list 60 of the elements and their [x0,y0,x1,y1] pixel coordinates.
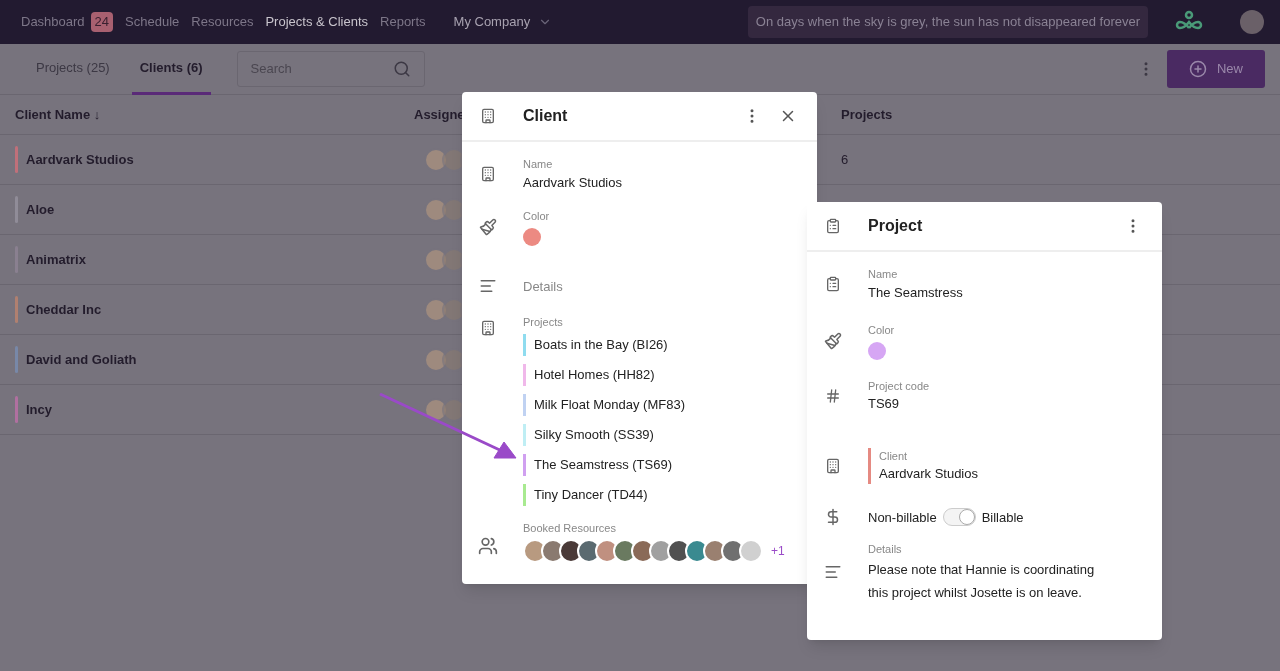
field-label: Projects [523,314,564,330]
field-label: Color [523,209,551,224]
nav-link[interactable]: Resources [191,12,254,32]
dialog-title: Project [868,216,924,236]
nav-link[interactable]: Schedule [125,12,180,32]
billable-toggle[interactable] [942,508,976,527]
building-icon [479,166,496,182]
client-value[interactable]: Aardvark Studios [879,464,978,484]
count-badge: 24 [90,12,114,32]
project-link[interactable]: Tiny Dancer (TD44) [534,485,648,505]
building-icon [479,108,496,124]
paintbrush-icon [823,331,842,350]
field-label: Name [868,267,899,282]
toggle-label: Billable [981,508,1024,527]
client-name[interactable]: Aloe [26,199,55,220]
plus-circle-icon [1189,60,1207,78]
clipboard-icon [824,276,841,292]
field-label: Color [868,323,896,338]
tab[interactable]: Projects (25) [28,43,118,95]
building-icon [824,457,841,474]
company-dropdown[interactable]: My Company [453,12,553,32]
project-link[interactable]: Silky Smooth (SS39) [534,425,654,445]
nav-link[interactable]: Dashboard 24 [21,12,114,32]
project-name-value[interactable]: The Seamstress [868,282,1162,302]
clipboard-icon [824,218,841,234]
paintbrush-icon [478,217,497,236]
client-name[interactable]: Animatrix [26,249,86,270]
table-cell-text: 6 [841,150,849,169]
project-code-value[interactable]: TS69 [868,394,1162,414]
search-icon [392,60,411,78]
client-name[interactable]: Aardvark Studios [26,149,134,170]
field-label: Project code [868,378,931,394]
quote-banner: On days when the sky is grey, the sun has not disappeared forever [747,6,1148,38]
field-label: Client [879,448,909,464]
column-header[interactable]: Client Name ↓ [0,104,414,125]
client-name[interactable]: Cheddar Inc [26,299,102,320]
column-header[interactable]: Projects [841,104,893,125]
nav-link[interactable]: Reports [380,12,426,32]
details-text[interactable]: Please note that Hannie is coordinating this project whilst Josette is on leave. [868,557,1118,604]
field-label: Name [523,157,554,172]
tab[interactable]: Clients (6) [131,43,211,95]
project-link[interactable]: Boats in the Bay (BI26) [534,335,668,355]
nav-link[interactable]: Projects & Clients [265,12,369,32]
project-link[interactable]: The Seamstress (TS69) [534,455,672,475]
field-label: Booked Resources [523,521,617,536]
field-label: Details [868,542,903,557]
building-icon [479,319,496,336]
client-name[interactable]: Incy [26,399,52,420]
toggle-label: Non-billable [868,508,937,527]
client-name[interactable]: David and Goliath [26,349,137,370]
people-icon [477,536,498,556]
hash-icon [824,387,841,404]
client-name-value[interactable]: Aardvark Studios [523,172,817,192]
new-button[interactable]: New [1167,50,1265,88]
more-count[interactable]: +1 [771,541,785,560]
details-field[interactable]: Details [523,278,563,294]
project-link[interactable]: Hotel Homes (HH82) [534,365,655,385]
user-avatar-placeholder[interactable] [1240,10,1264,34]
dialog-title: Client [523,106,569,126]
project-link[interactable]: Milk Float Monday (MF83) [534,395,685,415]
